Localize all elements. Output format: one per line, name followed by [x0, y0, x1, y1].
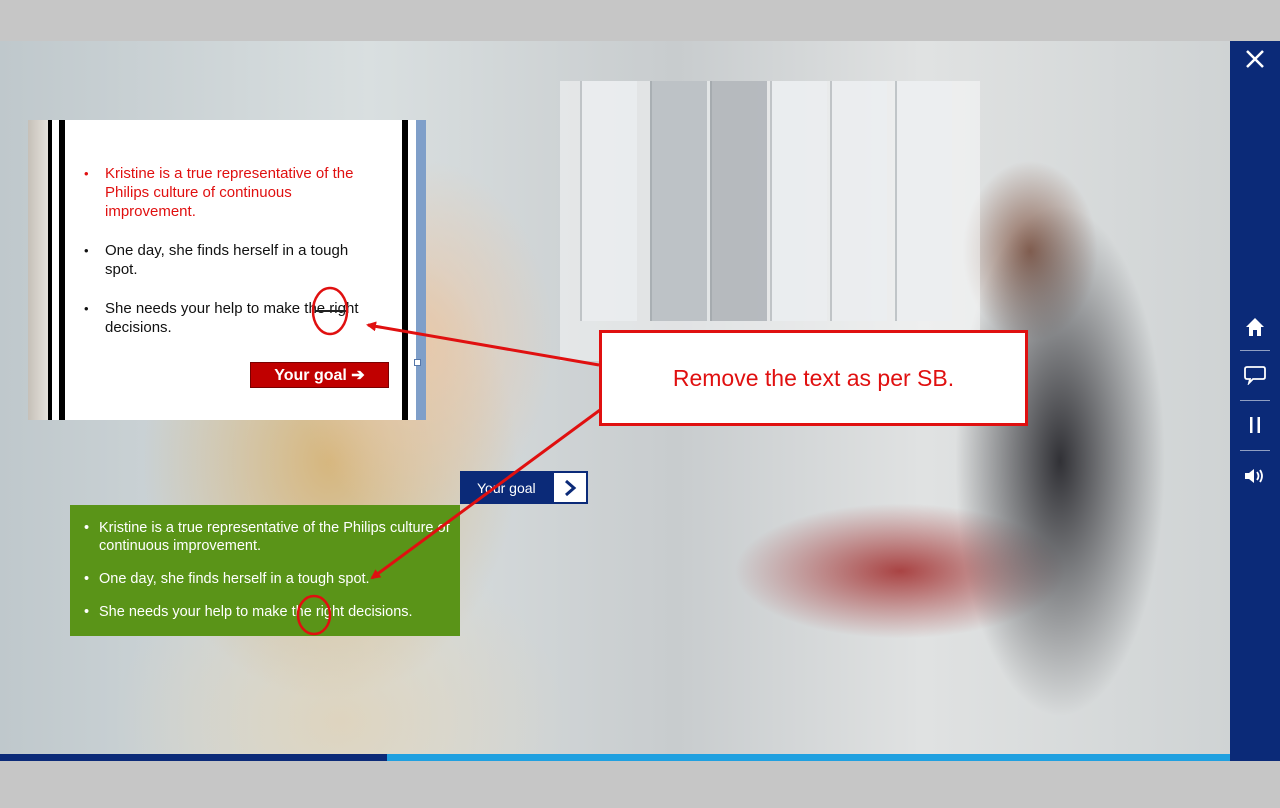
- pause-icon: [1248, 416, 1262, 439]
- comment-icon: [1244, 365, 1266, 390]
- binder: [650, 81, 707, 321]
- slide-your-goal-button[interactable]: Your goal ➔: [250, 362, 389, 388]
- comment-button[interactable]: [1230, 359, 1280, 395]
- annotation-callout: Remove the text as per SB.: [599, 330, 1028, 426]
- binder: [895, 81, 952, 321]
- slide-edge: [416, 120, 426, 420]
- close-button[interactable]: [1230, 43, 1280, 79]
- home-icon: [1245, 317, 1265, 342]
- slide-border: [48, 120, 52, 420]
- close-icon: [1245, 49, 1265, 74]
- slide-bullet: One day, she finds herself in a tough sp…: [84, 241, 374, 279]
- content-bullet: She needs your help to make the right de…: [84, 603, 454, 621]
- volume-icon: [1244, 467, 1266, 490]
- slide-bullet: Kristine is a true representative of the…: [84, 164, 374, 221]
- divider: [1240, 450, 1270, 451]
- your-goal-button[interactable]: Your goal: [460, 471, 588, 504]
- storyboard-slide: Kristine is a true representative of the…: [28, 120, 426, 420]
- your-goal-label: Your goal: [477, 480, 536, 496]
- slide-border: [59, 120, 65, 420]
- divider: [1240, 400, 1270, 401]
- home-button[interactable]: [1230, 311, 1280, 347]
- player-sidebar: [1230, 41, 1280, 761]
- progress-bar: [0, 754, 1230, 761]
- slide-bullet-list: Kristine is a true representative of the…: [84, 164, 374, 357]
- chevron-right-icon: [554, 473, 586, 502]
- strikethrough-mark: [315, 310, 346, 312]
- binder: [830, 81, 887, 321]
- slide-edge: [28, 120, 48, 420]
- slide-bullet: She needs your help to make the right de…: [84, 299, 374, 337]
- content-bullet-list: Kristine is a true representative of the…: [84, 519, 454, 636]
- binder: [580, 81, 637, 321]
- volume-button[interactable]: [1230, 460, 1280, 496]
- progress-fill: [0, 754, 388, 761]
- slide-border: [402, 120, 408, 420]
- binder: [770, 81, 827, 321]
- divider: [1240, 350, 1270, 351]
- binder: [710, 81, 767, 321]
- resize-handle[interactable]: [414, 359, 421, 366]
- content-bullet: Kristine is a true representative of the…: [84, 519, 454, 555]
- content-panel: Kristine is a true representative of the…: [70, 505, 460, 636]
- pause-button[interactable]: [1230, 409, 1280, 445]
- content-bullet: One day, she finds herself in a tough sp…: [84, 570, 454, 588]
